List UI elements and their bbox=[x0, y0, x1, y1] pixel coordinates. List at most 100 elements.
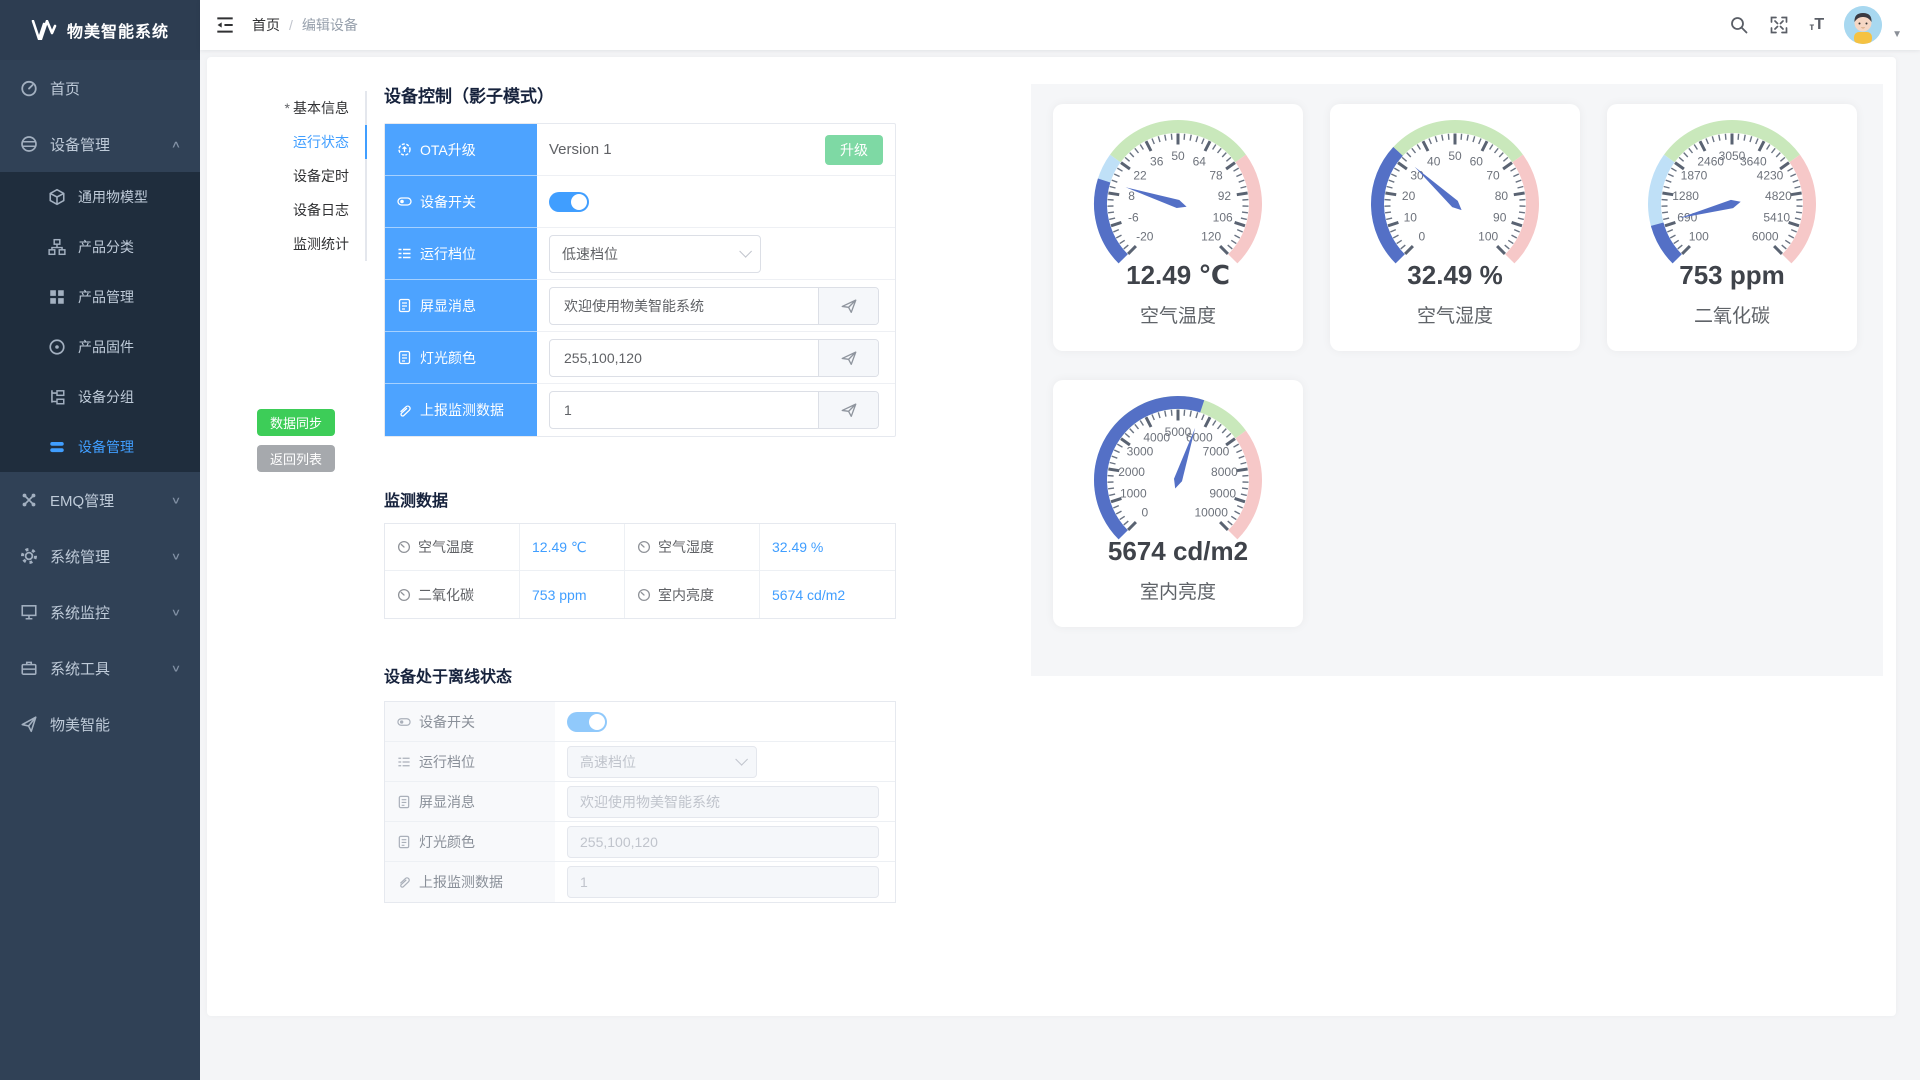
font-size-icon[interactable]: тT bbox=[1809, 17, 1824, 33]
sitemap-icon bbox=[48, 238, 66, 256]
main-area: 首页 / 编辑设备 тT ▼ bbox=[200, 0, 1920, 1080]
monitor-value-humidity: 32.49 % bbox=[760, 524, 895, 571]
tree-list-icon bbox=[48, 388, 66, 406]
sidebar-item-device-management[interactable]: 设备管理 ∧ bbox=[0, 116, 200, 172]
tab-basic-info[interactable]: *基本信息 bbox=[257, 91, 367, 125]
switch-icon bbox=[397, 715, 411, 729]
sidebar-fold-icon[interactable] bbox=[214, 14, 236, 36]
send-report-button[interactable] bbox=[818, 392, 878, 428]
gauge-card: 1006901280187024603050364042304820541060… bbox=[1607, 104, 1857, 351]
run-gear-value: 低速档位 bbox=[562, 244, 618, 264]
paper-plane-icon bbox=[20, 715, 38, 733]
svg-text:20: 20 bbox=[1402, 189, 1416, 203]
switch-icon bbox=[397, 194, 412, 209]
sidebar-item-label: 系统监控 bbox=[50, 602, 110, 623]
send-message-button[interactable] bbox=[818, 288, 878, 324]
device-switch-toggle[interactable] bbox=[549, 192, 589, 212]
tab-running-status[interactable]: 运行状态 bbox=[257, 125, 367, 159]
content-panel: *基本信息 运行状态 设备定时 设备日志 监测统计 数据同步 返回列表 设备控制… bbox=[207, 57, 1896, 1016]
layers-icon bbox=[20, 135, 38, 153]
firmware-version: Version 1 bbox=[549, 141, 612, 158]
back-to-list-button[interactable]: 返回列表 bbox=[257, 445, 335, 472]
document-icon bbox=[397, 298, 412, 313]
svg-text:60: 60 bbox=[1470, 154, 1484, 168]
svg-text:36: 36 bbox=[1150, 154, 1164, 168]
svg-text:0: 0 bbox=[1418, 229, 1425, 243]
sidebar-item-device-group[interactable]: 设备分组 bbox=[0, 372, 200, 422]
breadcrumb-current: 编辑设备 bbox=[302, 15, 358, 35]
sidebar-item-system-monitor[interactable]: 系统监控 ∨ bbox=[0, 584, 200, 640]
sidebar-item-home[interactable]: 首页 bbox=[0, 60, 200, 116]
sidebar-item-system-management[interactable]: 系统管理 ∨ bbox=[0, 528, 200, 584]
svg-text:40: 40 bbox=[1427, 154, 1441, 168]
tab-device-log[interactable]: 设备日志 bbox=[257, 193, 367, 227]
offline-gear-select: 高速档位 bbox=[567, 746, 757, 778]
avatar[interactable] bbox=[1844, 6, 1882, 44]
data-sync-button[interactable]: 数据同步 bbox=[257, 409, 335, 436]
monitor-label-temp: 空气温度 bbox=[385, 524, 520, 571]
offline-row-color: 灯光颜色 bbox=[385, 822, 895, 862]
offline-color-input bbox=[567, 826, 879, 858]
light-color-group bbox=[549, 339, 879, 377]
grid-icon bbox=[48, 288, 66, 306]
report-data-input[interactable] bbox=[550, 392, 818, 428]
send-color-button[interactable] bbox=[818, 340, 878, 376]
gauge-label: 室内亮度 bbox=[1140, 577, 1216, 604]
chevron-down-icon bbox=[735, 753, 748, 766]
sidebar-item-thing-model[interactable]: 通用物模型 bbox=[0, 172, 200, 222]
chevron-down-icon: ∨ bbox=[171, 606, 181, 618]
breadcrumb-home[interactable]: 首页 bbox=[252, 15, 280, 35]
send-icon bbox=[840, 401, 858, 419]
sidebar-item-device-admin[interactable]: 设备管理 bbox=[0, 422, 200, 472]
table-row-report: 上报监测数据 bbox=[385, 384, 895, 436]
table-row-message: 屏显消息 bbox=[385, 280, 895, 332]
tab-monitor-stats[interactable]: 监测统计 bbox=[257, 227, 367, 261]
light-color-input[interactable] bbox=[550, 340, 818, 376]
tab-device-timer[interactable]: 设备定时 bbox=[257, 159, 367, 193]
offline-report-field bbox=[555, 862, 895, 902]
svg-text:80: 80 bbox=[1495, 189, 1509, 203]
sidebar-item-emq[interactable]: EMQ管理 ∨ bbox=[0, 472, 200, 528]
sidebar-item-label: 系统管理 bbox=[50, 546, 110, 567]
gauge-chart: 0100020003000400050006000700080009000100… bbox=[1068, 392, 1288, 544]
svg-text:4230: 4230 bbox=[1757, 169, 1784, 183]
svg-text:30: 30 bbox=[1410, 169, 1424, 183]
offline-row-report: 上报监测数据 bbox=[385, 862, 895, 902]
message-field-cell bbox=[537, 280, 895, 332]
sidebar-submenu: 通用物模型 产品分类 产品管理 产品固件 设备分组 bbox=[0, 172, 200, 472]
screen-message-input[interactable] bbox=[550, 288, 818, 324]
offline-message-input bbox=[567, 786, 879, 818]
offline-switch-toggle bbox=[567, 712, 607, 732]
sidebar-item-product-management[interactable]: 产品管理 bbox=[0, 272, 200, 322]
upgrade-button[interactable]: 升级 bbox=[825, 135, 883, 165]
run-gear-select[interactable]: 低速档位 bbox=[549, 235, 761, 273]
message-label-cell: 屏显消息 bbox=[385, 280, 537, 332]
sidebar-item-wumei[interactable]: 物美智能 bbox=[0, 696, 200, 752]
breadcrumb-separator: / bbox=[289, 17, 293, 33]
avatar-caret-icon[interactable]: ▼ bbox=[1892, 29, 1902, 40]
sidebar-item-system-tools[interactable]: 系统工具 ∨ bbox=[0, 640, 200, 696]
paperclip-icon bbox=[397, 875, 411, 889]
gauge-value: 32.49 % bbox=[1407, 260, 1502, 291]
sidebar-item-product-category[interactable]: 产品分类 bbox=[0, 222, 200, 272]
gauge-card: 0100020003000400050006000700080009000100… bbox=[1053, 380, 1303, 627]
offline-color-label: 灯光颜色 bbox=[385, 822, 555, 862]
ota-label-cell: OTA升级 bbox=[385, 124, 537, 176]
gauge-label: 空气湿度 bbox=[1417, 301, 1493, 328]
sidebar-item-label: 产品固件 bbox=[78, 337, 134, 357]
gear-field-cell: 低速档位 bbox=[537, 228, 895, 280]
sidebar-menu: 首页 设备管理 ∧ 通用物模型 产品分类 产品管理 bbox=[0, 60, 200, 752]
svg-text:-20: -20 bbox=[1136, 229, 1154, 243]
table-row-gear: 运行档位 低速档位 bbox=[385, 228, 895, 280]
sidebar-item-product-firmware[interactable]: 产品固件 bbox=[0, 322, 200, 372]
chevron-down-icon: ∨ bbox=[171, 494, 181, 506]
report-data-group bbox=[549, 391, 879, 429]
table-row-color: 灯光颜色 bbox=[385, 332, 895, 384]
offline-row-switch: 设备开关 bbox=[385, 702, 895, 742]
search-icon[interactable] bbox=[1729, 15, 1749, 35]
device-tabs: *基本信息 运行状态 设备定时 设备日志 监测统计 bbox=[257, 91, 367, 261]
target-icon bbox=[48, 338, 66, 356]
svg-text:90: 90 bbox=[1493, 211, 1507, 225]
sidebar-item-label: 产品分类 bbox=[78, 237, 134, 257]
fullscreen-icon[interactable] bbox=[1769, 15, 1789, 35]
